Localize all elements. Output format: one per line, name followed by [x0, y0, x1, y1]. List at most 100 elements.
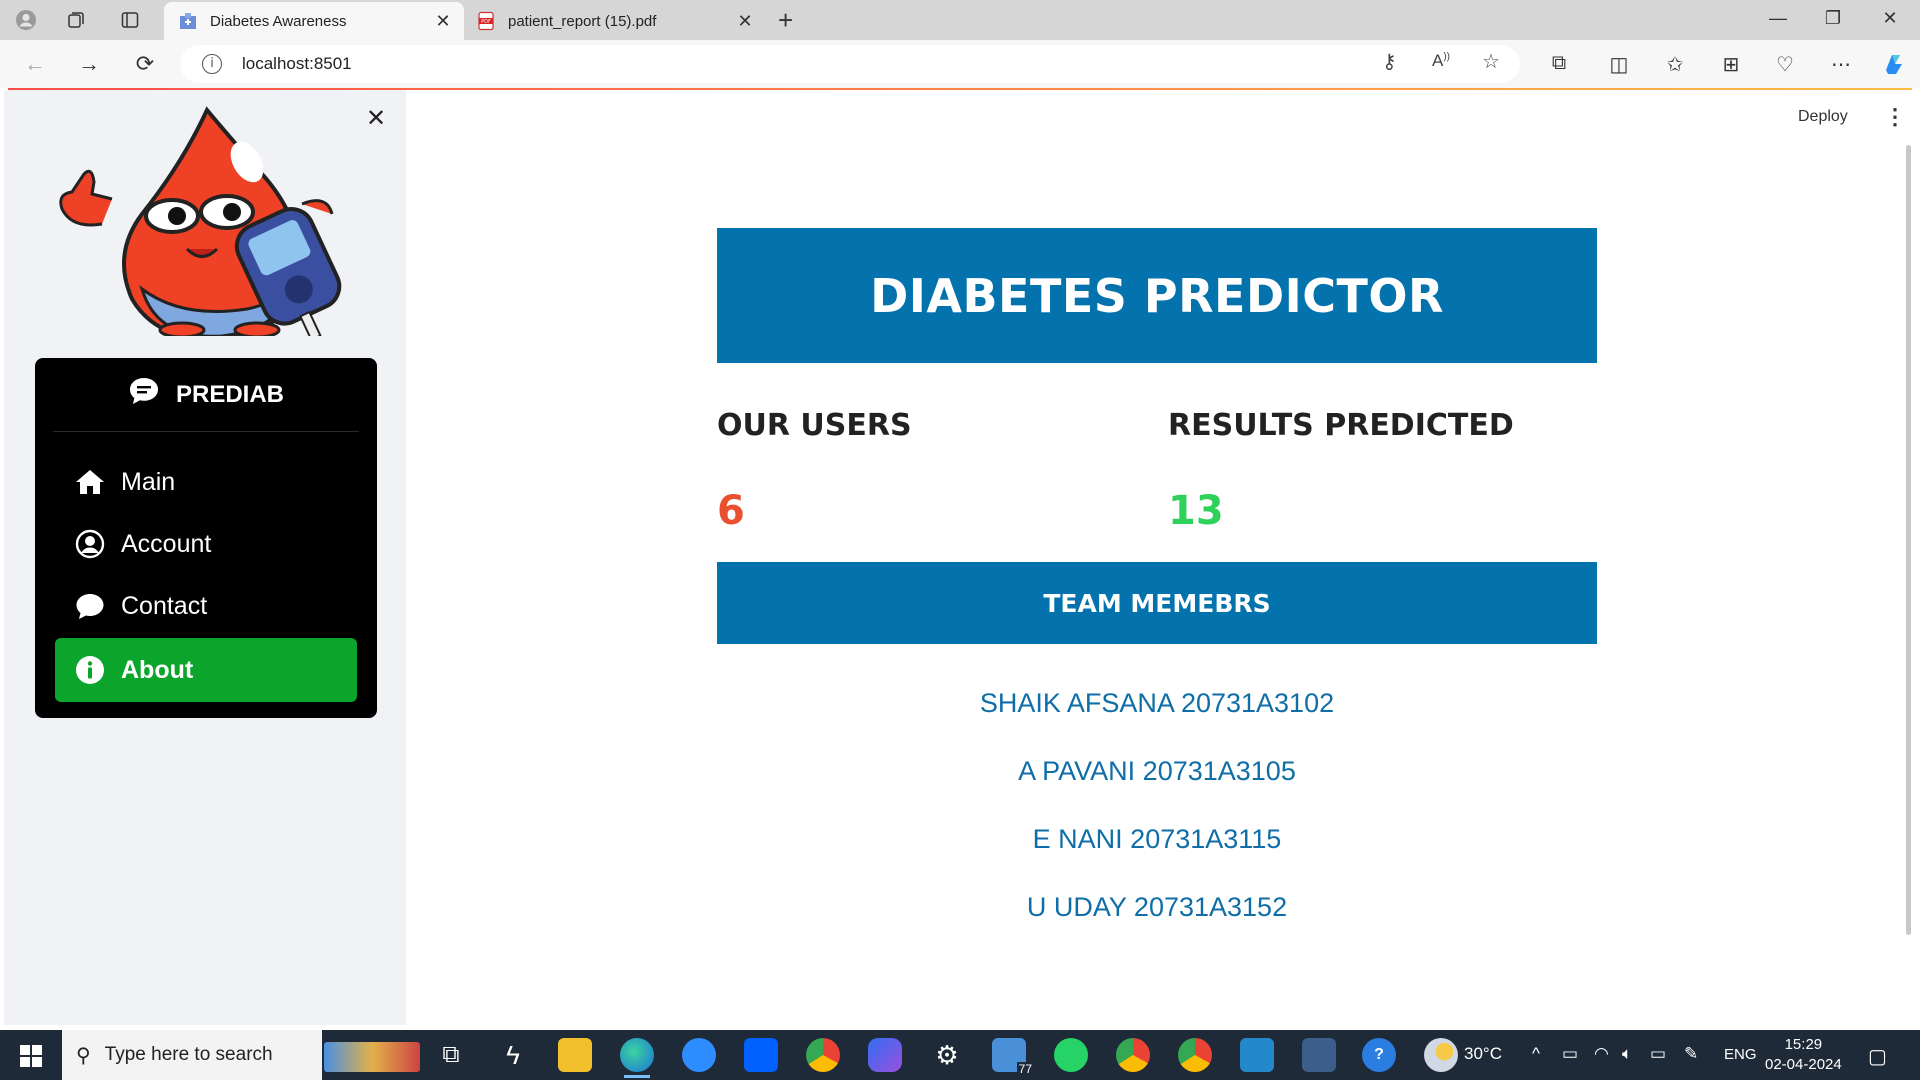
team-heading: TEAM MEMEBRS [1043, 588, 1271, 618]
tab-title: patient_report (15).pdf [508, 12, 657, 30]
whatsapp-icon[interactable] [1054, 1038, 1088, 1072]
weather-temp[interactable]: 30°C [1464, 1044, 1502, 1064]
copilot-icon[interactable] [1880, 50, 1908, 83]
url-field[interactable]: i localhost:8501 [180, 45, 1520, 83]
title-banner: DIABETES PREDICTOR [717, 228, 1597, 363]
new-tab-button[interactable]: + [778, 6, 793, 34]
copilot-app-icon[interactable] [868, 1038, 902, 1072]
sidebar-item-about[interactable]: About [55, 638, 357, 702]
clock-time: 15:29 [1784, 1036, 1823, 1053]
team-heading-banner: TEAM MEMEBRS [717, 562, 1597, 644]
tab-diabetes-awareness[interactable]: Diabetes Awareness ✕ [164, 2, 464, 40]
file-explorer-icon[interactable] [558, 1038, 592, 1072]
tab-patient-report[interactable]: PDF patient_report (15).pdf ✕ [466, 2, 766, 40]
edge-browser-icon[interactable] [620, 1038, 654, 1078]
task-view-icon[interactable]: ⧉ [434, 1038, 468, 1072]
svg-text:PDF: PDF [481, 19, 491, 25]
deploy-button[interactable]: Deploy [1798, 108, 1848, 126]
chrome-profile-icon[interactable] [1116, 1038, 1150, 1072]
help-icon[interactable]: ? [1362, 1038, 1396, 1072]
profile-icon[interactable] [14, 8, 38, 32]
forward-button[interactable]: → [74, 50, 104, 78]
refresh-button[interactable]: ⟳ [130, 50, 160, 78]
metric-value-results: 13 [1168, 488, 1224, 534]
wifi-icon[interactable]: ◠ [1594, 1044, 1609, 1064]
close-tab-icon[interactable]: ✕ [432, 11, 454, 32]
back-button[interactable]: ← [20, 50, 50, 78]
sidebar-item-contact[interactable]: Contact [55, 574, 357, 638]
chrome-icon[interactable] [806, 1038, 840, 1072]
meet-now-icon[interactable]: ▭ [1562, 1044, 1578, 1064]
scrollbar[interactable] [1906, 145, 1911, 935]
search-icon: ⚲ [76, 1044, 91, 1067]
sidebar-item-label: Main [121, 467, 176, 496]
search-placeholder: Type here to search [104, 1044, 273, 1065]
sidebar-item-label: Account [121, 529, 212, 558]
password-key-icon[interactable]: ⚷ [1382, 49, 1397, 74]
sidebar-item-label: Contact [121, 591, 208, 620]
vscode-icon[interactable] [1240, 1038, 1274, 1072]
mail-badge: 77 [1016, 1062, 1034, 1076]
taskbar-search-input[interactable]: ⚲ Type here to search [62, 1030, 322, 1080]
split-screen-icon[interactable]: ◫ [1604, 52, 1634, 77]
hospital-tab-icon [178, 11, 198, 31]
read-aloud-icon[interactable]: A)) [1432, 51, 1450, 71]
notifications-icon[interactable]: ▢ [1868, 1044, 1887, 1069]
blood-drop-mascot-image [59, 106, 342, 336]
pdf-tab-icon: PDF [476, 11, 496, 31]
metric-value-users: 6 [717, 488, 745, 534]
extensions-icon[interactable]: ⧉ [1544, 52, 1574, 75]
address-bar: ← → ⟳ i localhost:8501 ⚷ A)) ☆ ⧉ ◫ ✩ ⊞ ♡… [0, 40, 1920, 88]
metric-label-users: OUR USERS [717, 408, 912, 443]
option-menu: PREDIAB Main Account Contact About [35, 358, 377, 718]
mail-icon[interactable]: 77 [992, 1038, 1034, 1076]
close-window-button[interactable]: ✕ [1870, 8, 1910, 29]
url-text: localhost:8501 [242, 54, 352, 73]
weather-icon[interactable] [1424, 1038, 1458, 1072]
menu-header: PREDIAB [53, 358, 359, 432]
chat-dots-icon [128, 376, 160, 413]
team-member: E NANI 20731A3115 [1032, 824, 1282, 854]
workspaces-icon[interactable] [64, 8, 88, 32]
sidebar-item-account[interactable]: Account [55, 512, 357, 576]
main-menu-icon[interactable]: ⋮ [1884, 104, 1906, 130]
sidebar-item-main[interactable]: Main [55, 450, 357, 514]
info-icon [73, 655, 107, 685]
favorite-star-icon[interactable]: ☆ [1482, 49, 1500, 74]
site-info-icon[interactable]: i [202, 54, 222, 74]
user-circle-icon [73, 529, 107, 559]
pen-icon[interactable]: ✎ [1684, 1044, 1698, 1064]
volume-icon[interactable]: 🔈︎ [1622, 1044, 1632, 1064]
show-hidden-icons-icon[interactable]: ^ [1532, 1044, 1540, 1064]
minimize-button[interactable]: — [1758, 8, 1798, 29]
sidebar: ✕ PREDIAB Main Account Contact About [4, 90, 406, 1025]
language-indicator[interactable]: ENG [1724, 1046, 1757, 1063]
team-member: SHAIK AFSANA 20731A3102 [979, 688, 1335, 718]
powershell-icon[interactable]: ϟ [496, 1038, 530, 1072]
clock-date: 02-04-2024 [1765, 1056, 1842, 1073]
collections-icon[interactable]: ⊞ [1716, 52, 1746, 77]
favorites-icon[interactable]: ✩ [1660, 52, 1690, 77]
dropbox-icon[interactable] [744, 1038, 778, 1072]
page-title: DIABETES PREDICTOR [870, 268, 1444, 323]
browser-essentials-icon[interactable]: ♡ [1770, 52, 1800, 77]
menu-title: PREDIAB [175, 380, 284, 408]
chrome-profile-2-icon[interactable] [1178, 1038, 1212, 1072]
main-content: Deploy ⋮ DIABETES PREDICTOR OUR USERS RE… [406, 90, 1914, 1025]
metric-label-results: RESULTS PREDICTED [1168, 408, 1514, 443]
settings-gear-icon[interactable]: ⚙ [930, 1038, 964, 1072]
books-widget-icon[interactable] [324, 1042, 420, 1072]
close-tab-icon[interactable]: ✕ [734, 11, 756, 32]
tab-actions-icon[interactable] [118, 8, 142, 32]
battery-icon[interactable]: ▭ [1650, 1044, 1666, 1064]
browser-tab-bar: Diabetes Awareness ✕ PDF patient_report … [0, 0, 1920, 40]
windows-start-icon[interactable] [20, 1045, 42, 1067]
sql-tool-icon[interactable] [1302, 1038, 1336, 1072]
windows-taskbar: ⚲ Type here to search ⧉ ϟ ⚙ 77 ? 30°C ^ … [0, 1030, 1920, 1080]
settings-more-icon[interactable]: ⋯ [1826, 52, 1856, 77]
chat-bubble-icon [73, 592, 107, 620]
restore-button[interactable]: ❐ [1813, 8, 1853, 29]
zoom-icon[interactable] [682, 1038, 716, 1072]
team-member: A PAVANI 20731A3105 [1018, 756, 1296, 786]
clock[interactable]: 15:29 02-04-2024 [1765, 1035, 1842, 1075]
